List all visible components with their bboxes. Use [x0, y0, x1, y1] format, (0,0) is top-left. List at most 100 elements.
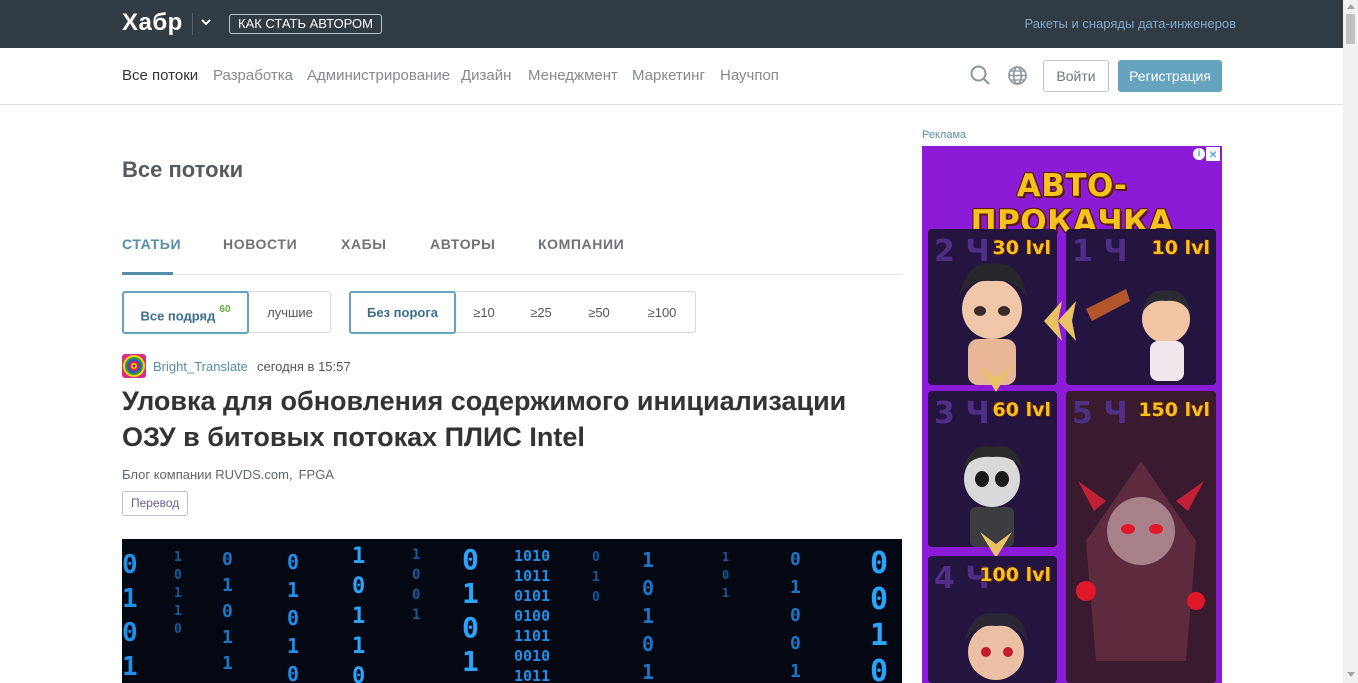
svg-text:0: 0 — [790, 605, 801, 626]
character-art — [1066, 391, 1216, 683]
svg-text:1: 1 — [870, 618, 888, 653]
logo-divider — [192, 13, 193, 35]
filter-rating-no-threshold[interactable]: Без порога — [349, 291, 456, 334]
svg-text:1011: 1011 — [514, 667, 550, 683]
svg-text:0: 0 — [174, 568, 182, 583]
tab-companies[interactable]: КОМПАНИИ — [538, 236, 624, 252]
svg-text:1: 1 — [790, 661, 801, 682]
ad-label: Реклама — [922, 129, 967, 141]
svg-text:1: 1 — [352, 604, 365, 629]
svg-text:1: 1 — [174, 586, 182, 601]
tab-news[interactable]: НОВОСТИ — [223, 236, 297, 252]
hub-link-company[interactable]: Блог компании RUVDS.com, — [122, 467, 293, 482]
svg-text:0: 0 — [642, 632, 654, 656]
login-button[interactable]: Войти — [1043, 60, 1109, 92]
svg-text:0: 0 — [352, 574, 365, 599]
svg-text:0: 0 — [222, 601, 233, 622]
svg-text:0: 0 — [870, 654, 888, 683]
tab-hubs[interactable]: ХАБЫ — [341, 236, 387, 252]
svg-text:1: 1 — [352, 634, 365, 659]
svg-text:0: 0 — [174, 622, 182, 637]
search-icon[interactable] — [969, 64, 991, 86]
ad-card-level: 150 lvl — [1138, 399, 1210, 421]
svg-text:0: 0 — [642, 576, 654, 600]
nav-item-design[interactable]: Дизайн — [461, 67, 511, 84]
nav-item-all[interactable]: Все потоки — [122, 67, 198, 84]
ad-card: 3 Ч 60 lvl — [928, 391, 1057, 547]
become-author-button[interactable]: КАК СТАТЬ АВТОРОМ — [229, 14, 382, 34]
post-hubs: Блог компании RUVDS.com, FPGA — [122, 467, 340, 482]
arrow-down-icon — [980, 366, 1012, 392]
svg-text:0: 0 — [412, 587, 420, 603]
svg-text:1010: 1010 — [514, 547, 550, 565]
page-title: Все потоки — [122, 157, 244, 182]
svg-text:1101: 1101 — [514, 627, 550, 645]
ad-banner[interactable]: i × АВТО-ПРОКАЧКА 2 Ч 30 lvl 1 Ч 10 lvl — [922, 146, 1222, 683]
filter-all-label: Все подряд — [140, 308, 216, 324]
svg-text:0: 0 — [122, 550, 138, 580]
filter-rating-ge10[interactable]: ≥10 — [456, 291, 512, 334]
habr-logo[interactable]: Хабр — [122, 9, 183, 37]
svg-text:0101: 0101 — [514, 587, 550, 605]
ad-card-level: 100 lvl — [979, 564, 1051, 586]
svg-text:1: 1 — [592, 570, 600, 585]
svg-text:1: 1 — [352, 544, 365, 569]
svg-text:1: 1 — [722, 586, 729, 600]
svg-text:1: 1 — [287, 634, 299, 658]
svg-text:0: 0 — [412, 567, 420, 583]
svg-text:1: 1 — [412, 607, 420, 623]
filter-all[interactable]: Все подряд 60 — [122, 291, 249, 334]
post-cover-image[interactable]: 0 1 0 1 1 0 1 1 0 0 1 0 1 1 0 1 0 1 0 1 … — [122, 539, 902, 683]
active-tab-underline — [122, 272, 173, 275]
filter-rating-ge100[interactable]: ≥100 — [628, 291, 696, 334]
nav-item-admin[interactable]: Администрирование — [307, 67, 450, 84]
svg-text:0: 0 — [287, 606, 299, 630]
nav-item-management[interactable]: Менеджмент — [528, 67, 618, 84]
hub-link-fpga[interactable]: FPGA — [299, 467, 334, 482]
ad-card-level: 30 lvl — [992, 237, 1051, 259]
ad-close-icon[interactable]: × — [1206, 147, 1220, 161]
svg-text:0: 0 — [592, 550, 600, 565]
nav-item-popsci[interactable]: Научпоп — [720, 67, 779, 84]
post-time: сегодня в 15:57 — [257, 359, 351, 374]
tab-authors[interactable]: АВТОРЫ — [430, 236, 495, 252]
filter-all-count: 60 — [219, 304, 231, 315]
svg-text:0: 0 — [287, 550, 299, 574]
svg-text:1: 1 — [122, 652, 138, 682]
svg-text:1: 1 — [412, 547, 420, 563]
register-button[interactable]: Регистрация — [1118, 60, 1222, 92]
ad-card: 5 Ч 150 lvl — [1066, 391, 1216, 683]
nav-item-marketing[interactable]: Маркетинг — [632, 67, 705, 84]
svg-text:0: 0 — [870, 546, 888, 581]
scrollbar-thumb[interactable] — [1346, 14, 1355, 44]
promo-link[interactable]: Ракеты и снаряды дата-инженеров — [1025, 16, 1237, 31]
ad-card-level: 60 lvl — [992, 399, 1051, 421]
svg-text:1: 1 — [462, 577, 479, 610]
ad-info-icon[interactable]: i — [1193, 148, 1205, 160]
svg-text:0: 0 — [870, 582, 888, 617]
scroll-up-arrow-icon[interactable] — [1347, 4, 1355, 9]
author-avatar[interactable] — [122, 354, 146, 378]
filter-best[interactable]: лучшие — [249, 291, 331, 334]
ad-card: 1 Ч 10 lvl — [1066, 229, 1216, 385]
nav-item-develop[interactable]: Разработка — [213, 67, 293, 84]
svg-text:0010: 0010 — [514, 647, 550, 665]
translation-badge: Перевод — [122, 491, 189, 516]
globe-icon[interactable] — [1007, 65, 1028, 86]
ad-card-hours: 1 Ч — [1072, 234, 1128, 269]
svg-text:0: 0 — [222, 549, 233, 570]
svg-text:0: 0 — [122, 618, 138, 648]
svg-text:1: 1 — [222, 653, 233, 674]
page-scrollbar[interactable] — [1343, 0, 1358, 683]
svg-text:0: 0 — [287, 662, 299, 683]
svg-text:0100: 0100 — [514, 607, 550, 625]
filter-rating-ge50[interactable]: ≥50 — [570, 291, 628, 334]
svg-text:1: 1 — [642, 548, 654, 572]
author-name-link[interactable]: Bright_Translate — [153, 359, 248, 374]
tab-articles[interactable]: СТАТЬИ — [122, 236, 181, 252]
post-title-link[interactable]: Уловка для обновления содержимого инициа… — [122, 383, 902, 455]
filter-rating-ge25[interactable]: ≥25 — [512, 291, 570, 334]
svg-text:1: 1 — [287, 578, 299, 602]
chevron-down-icon[interactable] — [199, 15, 213, 29]
scroll-down-arrow-icon[interactable] — [1347, 672, 1355, 677]
